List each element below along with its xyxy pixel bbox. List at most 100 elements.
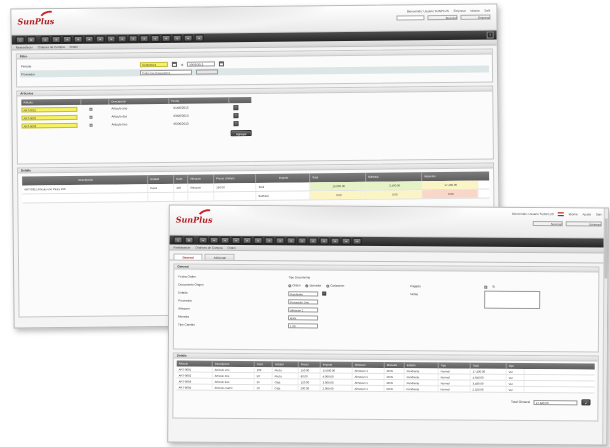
logout-link[interactable]: Salir — [484, 9, 490, 13]
toolbar-button-10[interactable]: ▪ — [139, 35, 149, 43]
toolbar-button-15[interactable]: ▪ — [352, 237, 362, 245]
branch-select[interactable]: Sucursal — [427, 14, 458, 21]
table-cell[interactable]: Ver — [506, 380, 525, 386]
add-button[interactable]: Agregar — [230, 130, 252, 137]
article-code-field[interactable]: ART-0003 — [21, 122, 78, 128]
toolbar-button-3[interactable]: ▪ — [62, 35, 72, 44]
table-cell[interactable]: Pendiente — [404, 368, 439, 374]
provider-select[interactable]: Proveedor Uno — [288, 298, 319, 305]
home-icon[interactable]: ⌂ — [15, 36, 25, 44]
toolbar-button-4[interactable]: ▪ — [231, 236, 241, 244]
home-icon[interactable]: ⌂ — [173, 236, 183, 244]
table-cell[interactable]: Almacen 1 — [352, 379, 385, 385]
toolbar-button-1[interactable]: ▪ — [40, 36, 50, 44]
table-cell[interactable]: ART-0004 — [176, 384, 213, 390]
toolbar-button-9[interactable]: ▪ — [286, 237, 296, 245]
toolbar-button-6[interactable]: ▪ — [253, 237, 263, 245]
table-cell[interactable]: Normal — [438, 380, 471, 386]
toolbar-button-13[interactable]: ▪ — [330, 237, 340, 245]
toolbar-button-15[interactable]: ▪ — [194, 34, 204, 42]
table-cell[interactable]: 100 — [254, 367, 273, 373]
table-cell[interactable]: ART-0001 — [176, 366, 213, 372]
notes-textarea[interactable] — [484, 290, 541, 310]
search-input[interactable] — [396, 15, 425, 21]
table-cell[interactable]: 10 — [254, 385, 273, 391]
company-select[interactable]: Empresa — [460, 14, 491, 20]
toolbar-button-13[interactable]: ▪ — [172, 34, 182, 42]
table-cell[interactable]: MXN — [384, 379, 405, 386]
toolbar-button-7[interactable]: ▪ — [264, 237, 274, 245]
save-icon[interactable]: ✔ — [581, 399, 591, 406]
table-cell[interactable]: Ver — [506, 368, 525, 374]
toolbar-button-10[interactable]: ▪ — [297, 237, 307, 245]
row-checkbox[interactable] — [89, 107, 93, 111]
toolbar-button-14[interactable]: ▪ — [341, 237, 351, 245]
table-cell[interactable]: ART-0003 — [176, 378, 213, 384]
table-cell[interactable]: ART-0002 — [176, 372, 213, 378]
toolbar-button-14[interactable]: ▪ — [183, 34, 193, 42]
table-cell[interactable]: Caja — [272, 385, 299, 391]
currency-select[interactable]: MXN — [288, 314, 319, 321]
table-cell[interactable]: Ver — [506, 374, 525, 380]
table-cell[interactable]: Normal — [438, 368, 471, 374]
toolbar-button-9[interactable]: ▪ — [128, 35, 138, 43]
radio-order[interactable] — [288, 284, 292, 288]
table-cell[interactable]: Pendiente — [404, 374, 439, 380]
tab-general[interactable]: General — [173, 253, 203, 260]
toolbar-button-11[interactable]: ▪ — [150, 34, 160, 43]
flag-icon[interactable] — [557, 212, 564, 217]
article-code-field[interactable]: ART-0002 — [21, 114, 78, 120]
toolbar-button-6[interactable]: ▪ — [95, 35, 105, 43]
toolbar-button-3[interactable]: ▪ — [220, 236, 230, 244]
row-delete-icon[interactable] — [233, 120, 239, 126]
date-to-field[interactable]: 30/06/2013 — [187, 61, 216, 67]
language-link[interactable]: Idioma — [470, 9, 479, 13]
table-cell[interactable]: 200.00 — [298, 385, 321, 391]
table-cell[interactable]: MXN — [384, 367, 405, 374]
provider-field[interactable]: Todos los proveedores — [139, 69, 193, 76]
tab-additional[interactable]: Adicional — [204, 253, 235, 260]
logout-link[interactable]: Salir — [596, 212, 602, 216]
toolbar-button-2[interactable]: ▪ — [209, 236, 219, 244]
breadcrumb-item[interactable]: Reabastecer — [16, 45, 33, 49]
breadcrumb-item[interactable]: Ordenes de Compra — [195, 246, 222, 250]
toolbar-button-12[interactable]: ▪ — [161, 34, 171, 42]
toolbar-button-11[interactable]: ▪ — [308, 237, 318, 245]
vertical-scrollbar[interactable] — [602, 208, 608, 445]
date-from-field[interactable]: 01/06/2013 — [139, 61, 168, 68]
breadcrumb-item[interactable]: Orden — [227, 246, 235, 250]
lookup-icon[interactable] — [322, 291, 327, 296]
toolbar-button-1[interactable]: ▪ — [198, 236, 208, 244]
toolbar-button-2[interactable]: ▪ — [51, 36, 61, 44]
calendar-icon[interactable] — [171, 61, 177, 67]
article-row[interactable]: ART-0003 Articulo tres 05/06/2013 — [21, 119, 252, 129]
table-cell[interactable]: 120.00 — [298, 379, 321, 385]
help-icon[interactable]: ? — [486, 31, 494, 39]
breadcrumb-item[interactable]: Reabastecer — [174, 246, 191, 250]
breadcrumb-item[interactable]: Ordenes de Compra — [38, 45, 65, 49]
table-cell[interactable]: 150.00 — [298, 367, 321, 373]
help-link[interactable]: Ayuda — [582, 212, 590, 216]
status-select[interactable]: Pendiente — [288, 290, 319, 297]
table-cell[interactable]: Ver — [506, 386, 525, 392]
exchange-rate-field[interactable]: 1.00 — [287, 322, 319, 329]
table-cell[interactable]: 25 — [254, 379, 273, 385]
paid-checkbox[interactable] — [484, 285, 488, 289]
sunplus-logo[interactable]: SunPlus — [176, 207, 215, 228]
table-cell[interactable]: MXN — [384, 385, 405, 392]
table-cell[interactable]: MXN — [384, 373, 405, 380]
table-cell[interactable]: Almacen 1 — [352, 367, 385, 373]
table-cell[interactable]: Almacen 1 — [352, 385, 385, 391]
table-cell[interactable]: Pieza — [272, 367, 299, 373]
row-delete-icon[interactable] — [233, 112, 239, 118]
table-cell[interactable]: 50 — [254, 373, 273, 379]
calendar-icon[interactable] — [219, 61, 225, 67]
toolbar-button-7[interactable]: ▪ — [106, 35, 116, 43]
table-cell[interactable]: Pendiente — [404, 386, 439, 392]
row-checkbox[interactable] — [89, 123, 93, 127]
scrollbar-thumb[interactable] — [604, 218, 608, 279]
language-link[interactable]: Idioma — [569, 212, 578, 216]
table-cell[interactable]: Pendiente — [404, 380, 439, 386]
radio-draft[interactable] — [305, 284, 309, 288]
table-cell[interactable]: Caja — [272, 379, 299, 385]
